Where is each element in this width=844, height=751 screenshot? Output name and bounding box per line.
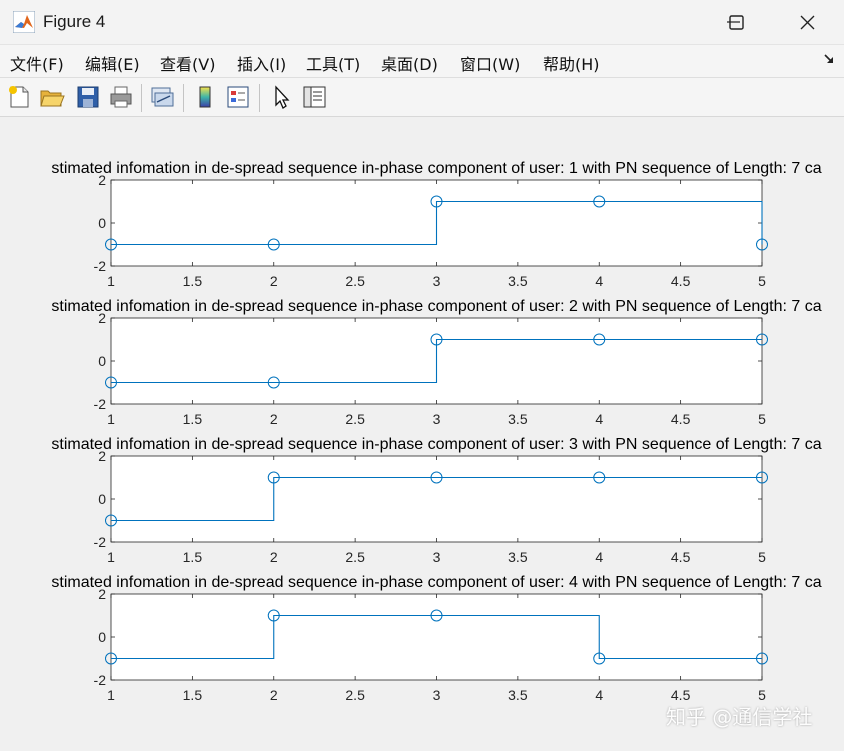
subplot-title: stimated infomation in de-spread sequenc… (51, 298, 821, 315)
watermark-text: 知乎 @通信学社 (666, 705, 813, 729)
y-tick-label: 2 (98, 448, 106, 464)
y-tick-label: -2 (94, 534, 107, 550)
insert-colorbar-button[interactable] (192, 84, 218, 110)
close-button[interactable] (779, 0, 835, 44)
x-tick-label: 5 (758, 411, 766, 427)
menu-window[interactable]: 窗口(W) (460, 51, 520, 75)
x-tick-label: 3.5 (508, 411, 528, 427)
x-tick-label: 3 (433, 687, 441, 703)
subplot-title: stimated infomation in de-spread sequenc… (51, 160, 821, 177)
maximize-icon (729, 15, 744, 30)
x-tick-label: 3 (433, 411, 441, 427)
subplot-title: stimated infomation in de-spread sequenc… (51, 574, 821, 591)
x-tick-label: 4 (595, 549, 603, 565)
matlab-logo-icon (13, 11, 35, 33)
x-tick-label: 5 (758, 273, 766, 289)
x-tick-label: 4.5 (671, 411, 691, 427)
x-tick-label: 3.5 (508, 549, 528, 565)
new-figure-button[interactable] (6, 84, 32, 110)
dock-arrow-icon[interactable] (822, 52, 836, 66)
menu-bar: 文件(F) 编辑(E) 查看(V) 插入(I) 工具(T) 桌面(D) 窗口(W… (0, 45, 844, 78)
x-tick-label: 3 (433, 549, 441, 565)
y-tick-label: 0 (98, 629, 106, 645)
print-icon (110, 86, 132, 108)
link-plot-button[interactable] (149, 84, 175, 110)
close-icon (800, 15, 815, 30)
x-tick-label: 5 (758, 549, 766, 565)
insert-legend-icon (227, 86, 249, 108)
y-tick-label: -2 (94, 672, 107, 688)
x-tick-label: 1.5 (183, 273, 203, 289)
title-bar[interactable]: Figure 4 (0, 0, 844, 45)
x-tick-label: 2.5 (345, 411, 365, 427)
figure-canvas: stimated infomation in de-spread sequenc… (0, 117, 844, 751)
toolbar-separator (183, 84, 184, 112)
y-tick-label: 2 (98, 586, 106, 602)
x-tick-label: 1.5 (183, 549, 203, 565)
x-tick-label: 2 (270, 687, 278, 703)
toolbar-separator (141, 84, 142, 112)
edit-plot-arrow-icon (275, 85, 290, 109)
y-tick-label: 2 (98, 310, 106, 326)
x-tick-label: 3 (433, 273, 441, 289)
menu-file[interactable]: 文件(F) (10, 51, 64, 75)
x-tick-label: 1 (107, 549, 115, 565)
toolbar-separator (259, 84, 260, 112)
menu-view[interactable]: 查看(V) (160, 51, 215, 75)
figure-window: Figure 4 文件(F) 编辑(E) 查看(V) 插入(I) 工具(T) 桌… (0, 0, 844, 751)
x-tick-label: 4 (595, 687, 603, 703)
menu-desktop[interactable]: 桌面(D) (381, 51, 438, 75)
x-tick-label: 1 (107, 273, 115, 289)
open-file-icon (40, 90, 65, 107)
x-tick-label: 2.5 (345, 273, 365, 289)
new-figure-icon (9, 86, 29, 108)
property-inspector-icon (303, 86, 326, 108)
save-button[interactable] (75, 84, 101, 110)
y-tick-label: 0 (98, 491, 106, 507)
menu-tools[interactable]: 工具(T) (306, 51, 360, 75)
x-tick-label: 4.5 (671, 549, 691, 565)
x-tick-label: 4 (595, 273, 603, 289)
x-tick-label: 2 (270, 273, 278, 289)
open-file-button[interactable] (39, 84, 65, 110)
y-tick-label: 2 (98, 172, 106, 188)
x-tick-label: 1.5 (183, 687, 203, 703)
x-tick-label: 2.5 (345, 549, 365, 565)
x-tick-label: 1 (107, 687, 115, 703)
print-button[interactable] (108, 84, 134, 110)
subplot-title: stimated infomation in de-spread sequenc… (51, 436, 821, 453)
menu-edit[interactable]: 编辑(E) (85, 51, 140, 75)
y-tick-label: 0 (98, 353, 106, 369)
x-tick-label: 3.5 (508, 273, 528, 289)
x-tick-label: 2 (270, 549, 278, 565)
x-tick-label: 1 (107, 411, 115, 427)
axes-box (110, 593, 763, 681)
menu-help[interactable]: 帮助(H) (543, 51, 600, 75)
x-tick-label: 2 (270, 411, 278, 427)
maximize-button[interactable] (708, 0, 764, 44)
y-tick-label: -2 (94, 258, 107, 274)
edit-plot-button[interactable] (268, 84, 294, 110)
window-title: Figure 4 (43, 12, 106, 31)
y-tick-label: -2 (94, 396, 107, 412)
axes-box (110, 455, 763, 543)
x-tick-label: 4 (595, 411, 603, 427)
y-tick-label: 0 (98, 215, 106, 231)
save-icon (77, 86, 99, 108)
x-tick-label: 3.5 (508, 687, 528, 703)
link-plot-icon (151, 87, 174, 107)
x-tick-label: 2.5 (345, 687, 365, 703)
menu-insert[interactable]: 插入(I) (237, 51, 286, 75)
insert-colorbar-icon (199, 86, 211, 108)
x-tick-label: 1.5 (183, 411, 203, 427)
property-inspector-button[interactable] (301, 84, 327, 110)
insert-legend-button[interactable] (225, 84, 251, 110)
subplot-grid: stimated infomation in de-spread sequenc… (51, 160, 821, 703)
x-tick-label: 4.5 (671, 273, 691, 289)
toolbar (0, 78, 844, 117)
